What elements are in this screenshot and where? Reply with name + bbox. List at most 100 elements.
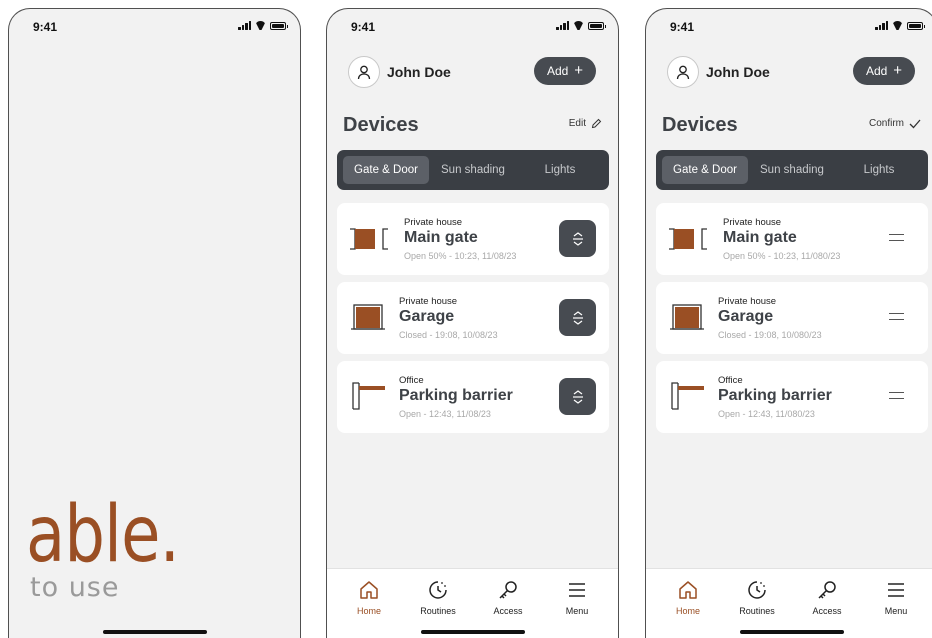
nav-menu[interactable]: Menu xyxy=(866,579,926,616)
device-card-parking-barrier[interactable]: Office Parking barrier Open - 12:43, 11/… xyxy=(656,361,928,433)
device-name: Main gate xyxy=(404,229,478,246)
home-indicator xyxy=(739,630,844,634)
nav-label: Menu xyxy=(884,606,908,616)
plus-icon: + xyxy=(893,62,903,79)
device-status: Open 50% - 10:23, 11/08/23 xyxy=(404,251,517,261)
add-label: Add xyxy=(546,64,569,78)
nav-label: Home xyxy=(356,606,381,616)
nav-home[interactable]: Home xyxy=(339,579,399,616)
device-info: Private house Garage Closed - 19:08, 10/… xyxy=(399,296,498,340)
home-icon xyxy=(360,581,378,599)
key-icon xyxy=(818,581,836,599)
device-card-garage[interactable]: Private house Garage Closed - 19:08, 10/… xyxy=(656,282,928,354)
menu-icon xyxy=(888,583,904,597)
device-info: Private house Main gate Open 50% - 10:23… xyxy=(404,217,516,261)
add-button[interactable]: Add + xyxy=(534,57,596,85)
device-location: Private house xyxy=(399,296,458,307)
chevron-up-down-icon xyxy=(572,310,583,325)
signal-icon xyxy=(238,21,251,30)
device-info: Private house Main gate Open 50% - 10:23… xyxy=(723,217,840,261)
device-info: Office Parking barrier Open - 12:43, 11/… xyxy=(399,375,513,419)
devices-edit-screen: 9:41 John Doe Add + Devices Confirm Gate… xyxy=(645,8,932,638)
device-location: Office xyxy=(399,375,424,386)
device-name: Garage xyxy=(718,308,774,325)
nav-access[interactable]: Access xyxy=(478,579,538,616)
gate-icon xyxy=(669,228,707,250)
device-location: Office xyxy=(718,375,743,386)
device-info: Private house Garage Closed - 19:08, 10/… xyxy=(718,296,822,340)
open-close-button[interactable] xyxy=(559,378,596,415)
section-title: Devices xyxy=(343,114,419,136)
user-name: John Doe xyxy=(387,64,451,80)
device-status: Closed - 19:08, 10/080/23 xyxy=(718,330,822,340)
nav-label: Access xyxy=(812,606,842,616)
status-bar: 9:41 xyxy=(646,9,932,39)
nav-label: Home xyxy=(675,606,700,616)
add-label: Add xyxy=(865,64,888,78)
pencil-icon xyxy=(591,118,602,129)
open-close-button[interactable] xyxy=(559,220,596,257)
status-icons xyxy=(875,21,925,30)
edit-button[interactable]: Edit xyxy=(569,118,602,129)
drag-handle-icon[interactable] xyxy=(889,234,904,241)
device-card-garage[interactable]: Private house Garage Closed - 19:08, 10/… xyxy=(337,282,609,354)
nav-home[interactable]: Home xyxy=(658,579,718,616)
device-card-main-gate[interactable]: Private house Main gate Open 50% - 10:23… xyxy=(656,203,928,275)
confirm-label: Confirm xyxy=(868,118,904,129)
home-indicator xyxy=(102,630,207,634)
status-icons xyxy=(556,21,606,30)
plus-icon: + xyxy=(574,62,584,79)
tab-sun-shading[interactable]: Sun shading xyxy=(748,156,836,184)
nav-routines[interactable]: Routines xyxy=(727,579,787,616)
nav-label: Access xyxy=(493,606,523,616)
status-bar: 9:41 xyxy=(9,9,300,39)
drag-handle-icon[interactable] xyxy=(889,313,904,320)
wifi-icon xyxy=(573,21,584,30)
clock-icon xyxy=(748,581,766,599)
tab-gate-door[interactable]: Gate & Door xyxy=(662,156,748,184)
tab-lights[interactable]: Lights xyxy=(836,156,922,184)
barrier-icon xyxy=(352,382,385,410)
nav-menu[interactable]: Menu xyxy=(547,579,607,616)
user-profile[interactable]: John Doe xyxy=(667,56,770,88)
drag-handle-icon[interactable] xyxy=(889,392,904,399)
tab-sun-shading[interactable]: Sun shading xyxy=(429,156,517,184)
chevron-up-down-icon xyxy=(572,389,583,404)
home-indicator xyxy=(420,630,525,634)
edit-label: Edit xyxy=(568,118,586,129)
barrier-icon xyxy=(671,382,704,410)
add-button[interactable]: Add + xyxy=(853,57,915,85)
user-name: John Doe xyxy=(706,64,770,80)
splash-screen: 9:41 able. to use xyxy=(8,8,301,638)
nav-label: Menu xyxy=(565,606,589,616)
section-title: Devices xyxy=(662,114,738,136)
device-card-main-gate[interactable]: Private house Main gate Open 50% - 10:23… xyxy=(337,203,609,275)
tab-lights[interactable]: Lights xyxy=(517,156,603,184)
signal-icon xyxy=(875,21,888,30)
confirm-button[interactable]: Confirm xyxy=(869,118,921,129)
status-time: 9:41 xyxy=(351,20,376,34)
device-status: Open 50% - 10:23, 11/080/23 xyxy=(723,251,841,261)
device-card-parking-barrier[interactable]: Office Parking barrier Open - 12:43, 11/… xyxy=(337,361,609,433)
nav-label: Routines xyxy=(739,606,775,616)
key-icon xyxy=(499,581,517,599)
home-icon xyxy=(679,581,697,599)
open-close-button[interactable] xyxy=(559,299,596,336)
status-time: 9:41 xyxy=(670,20,695,34)
brand-logo: able. xyxy=(26,490,180,580)
status-time: 9:41 xyxy=(33,20,58,34)
signal-icon xyxy=(556,21,569,30)
avatar-icon[interactable] xyxy=(348,56,380,88)
device-status: Closed - 19:08, 10/08/23 xyxy=(399,330,498,340)
nav-access[interactable]: Access xyxy=(797,579,857,616)
brand-tagline: to use xyxy=(30,572,120,603)
avatar-icon[interactable] xyxy=(667,56,699,88)
user-profile[interactable]: John Doe xyxy=(348,56,451,88)
nav-routines[interactable]: Routines xyxy=(408,579,468,616)
device-status: Open - 12:43, 11/080/23 xyxy=(718,409,815,419)
category-tabs: Gate & Door Sun shading Lights xyxy=(656,150,928,190)
device-info: Office Parking barrier Open - 12:43, 11/… xyxy=(718,375,832,419)
device-name: Garage xyxy=(399,308,455,325)
tab-gate-door[interactable]: Gate & Door xyxy=(343,156,429,184)
devices-screen: 9:41 John Doe Add + Devices Edit Gate & … xyxy=(326,8,619,638)
